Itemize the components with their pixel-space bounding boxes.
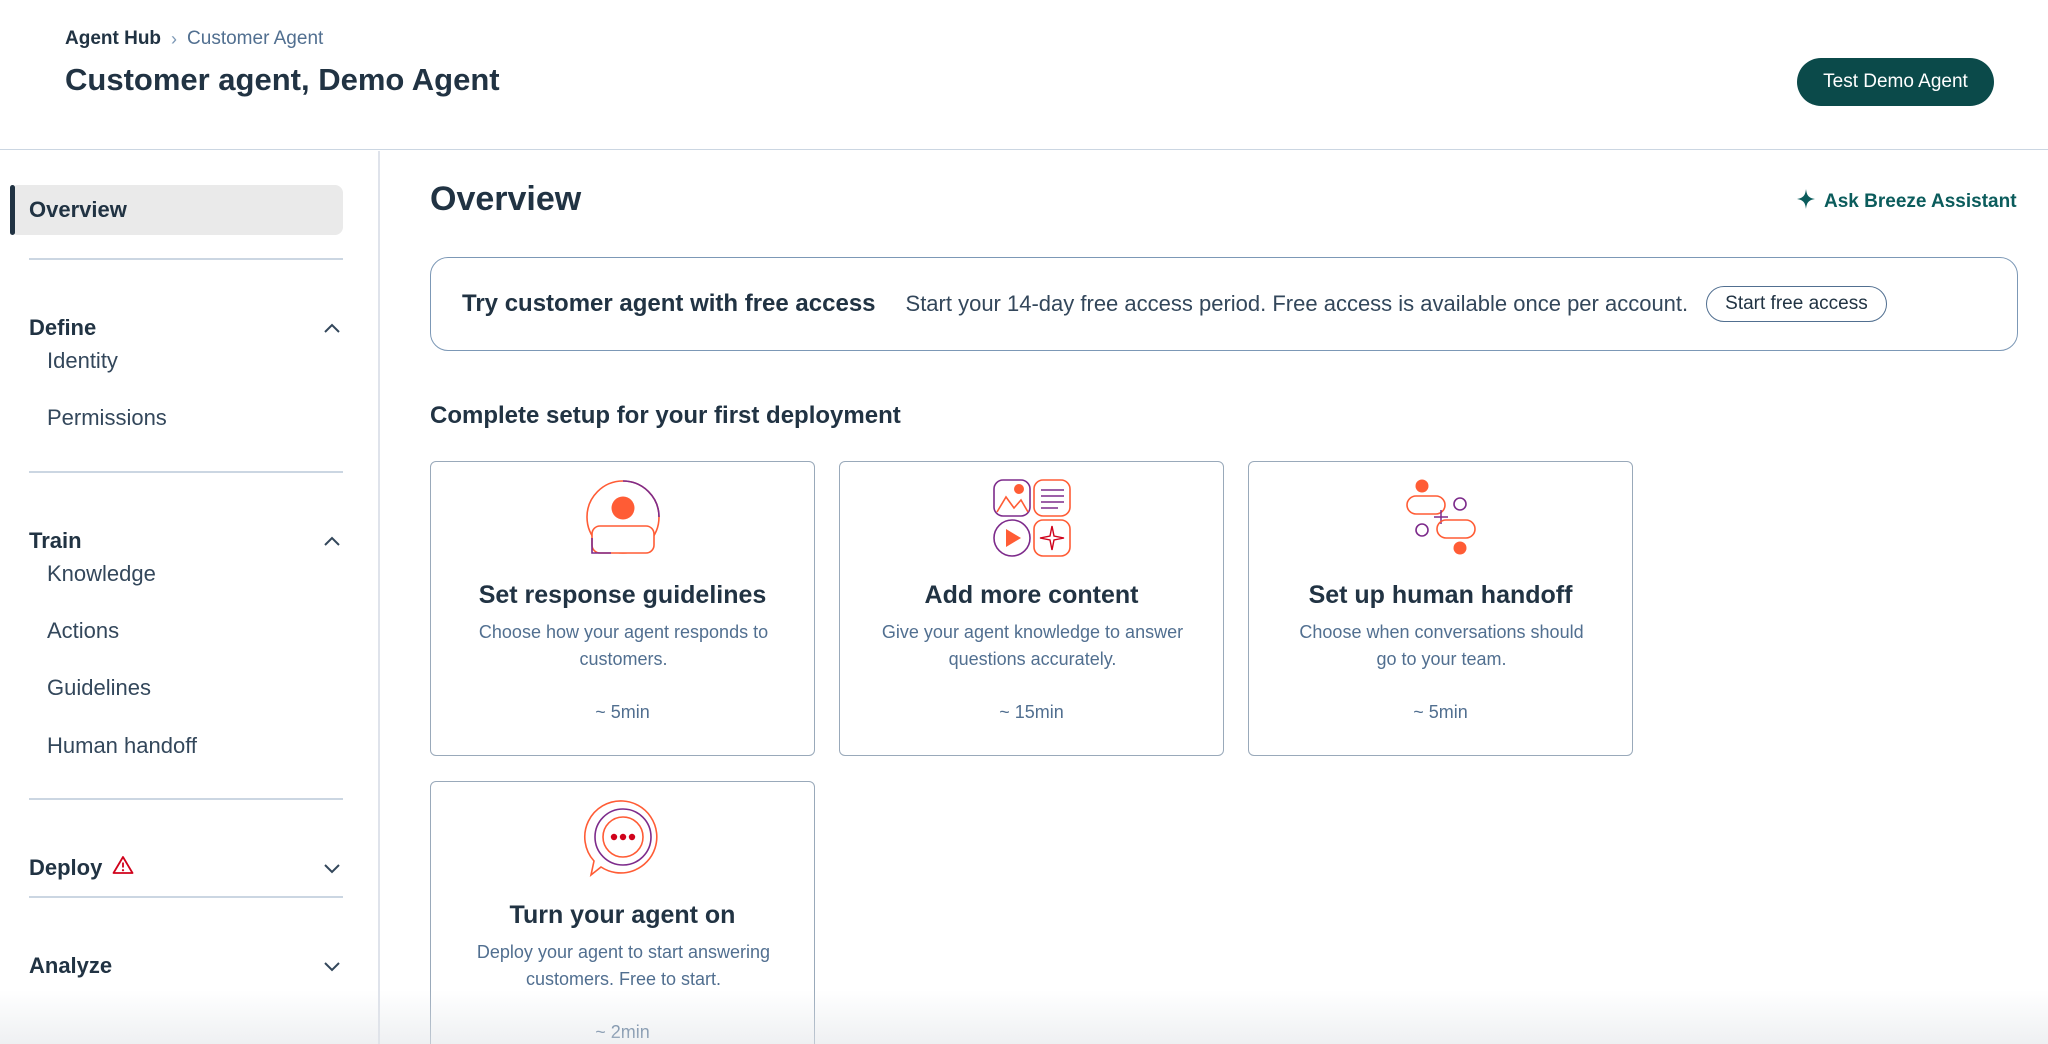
person-icon xyxy=(583,478,663,558)
sidebar-item-label: Overview xyxy=(29,197,127,222)
setup-card-add-content[interactable]: Add more content Give your agent knowled… xyxy=(839,461,1224,756)
section-title: Overview xyxy=(430,180,582,218)
ask-breeze-assistant-link[interactable]: Ask Breeze Assistant xyxy=(1796,188,2017,216)
card-description: Choose when conversations should go to y… xyxy=(1299,622,1584,669)
breadcrumb-agent-hub[interactable]: Agent Hub xyxy=(65,28,161,50)
card-time-estimate: ~ 5min xyxy=(595,702,650,722)
section-label: Train xyxy=(29,528,82,553)
card-title: Turn your agent on xyxy=(509,901,736,929)
card-description: Give your agent knowledge to answer ques… xyxy=(881,622,1184,669)
divider xyxy=(29,258,343,260)
card-title: Set response guidelines xyxy=(478,581,767,609)
divider xyxy=(29,798,343,800)
card-title: Set up human handoff xyxy=(1308,581,1573,609)
chevron-up-icon xyxy=(321,317,343,339)
handoff-flow-icon xyxy=(1401,478,1481,558)
section-define-toggle[interactable]: Define xyxy=(29,308,343,348)
ask-link-label: Ask Breeze Assistant xyxy=(1824,191,2017,212)
chevron-up-icon xyxy=(321,530,343,552)
warning-icon xyxy=(112,855,134,881)
setup-card-response-guidelines[interactable]: Set response guidelines Choose how your … xyxy=(430,461,815,756)
setup-card-human-handoff[interactable]: Set up human handoff Choose when convers… xyxy=(1248,461,1633,756)
section-train-toggle[interactable]: Train xyxy=(29,521,343,561)
sidebar-item-overview[interactable]: Overview xyxy=(10,185,343,235)
breadcrumb: Agent Hub › Customer Agent xyxy=(65,28,323,50)
section-analyze-toggle[interactable]: Analyze xyxy=(29,946,343,986)
breadcrumb-customer-agent: Customer Agent xyxy=(187,28,324,49)
divider xyxy=(29,471,343,473)
page-header: Agent Hub › Customer Agent Customer agen… xyxy=(0,0,2048,150)
card-description: Deploy your agent to start answering cus… xyxy=(476,942,771,989)
start-free-access-button[interactable]: Start free access xyxy=(1706,286,1887,322)
sidebar-item-knowledge[interactable]: Knowledge xyxy=(47,561,156,587)
chevron-right-icon: › xyxy=(171,28,178,49)
chevron-down-icon xyxy=(321,955,343,977)
card-time-estimate: ~ 5min xyxy=(1413,702,1468,722)
page-title: Customer agent, Demo Agent xyxy=(65,62,500,97)
banner-title: Try customer agent with free access xyxy=(462,290,876,317)
section-label: Analyze xyxy=(29,953,113,978)
sidebar-item-identity[interactable]: Identity xyxy=(47,348,118,374)
card-title: Add more content xyxy=(924,581,1139,609)
section-label: Define xyxy=(29,315,97,340)
section-label: Deploy xyxy=(29,855,103,880)
test-demo-agent-button[interactable]: Test Demo Agent xyxy=(1797,58,1994,106)
card-time-estimate: ~ 2min xyxy=(595,1022,650,1042)
divider xyxy=(29,896,343,898)
sidebar-item-guidelines[interactable]: Guidelines xyxy=(47,675,151,701)
card-description: Choose how your agent responds to custom… xyxy=(478,622,769,669)
free-access-banner: Try customer agent with free access Star… xyxy=(430,257,2018,351)
chat-bubble-icon xyxy=(583,798,663,878)
setup-card-turn-agent-on[interactable]: Turn your agent on Deploy your agent to … xyxy=(430,781,815,1044)
sparkle-icon xyxy=(1796,188,1816,216)
chevron-down-icon xyxy=(321,857,343,879)
setup-heading: Complete setup for your first deployment xyxy=(430,402,901,429)
sidebar-nav: Overview Define Identity Permissions Tra… xyxy=(0,151,380,1044)
sidebar-item-actions[interactable]: Actions xyxy=(47,618,119,644)
section-deploy-toggle[interactable]: Deploy xyxy=(29,848,343,888)
sidebar-item-permissions[interactable]: Permissions xyxy=(47,405,167,431)
banner-text: Start your 14-day free access period. Fr… xyxy=(905,291,1689,316)
content-grid-icon xyxy=(992,478,1072,558)
sidebar-item-human-handoff[interactable]: Human handoff xyxy=(47,733,197,759)
card-time-estimate: ~ 15min xyxy=(999,702,1064,722)
